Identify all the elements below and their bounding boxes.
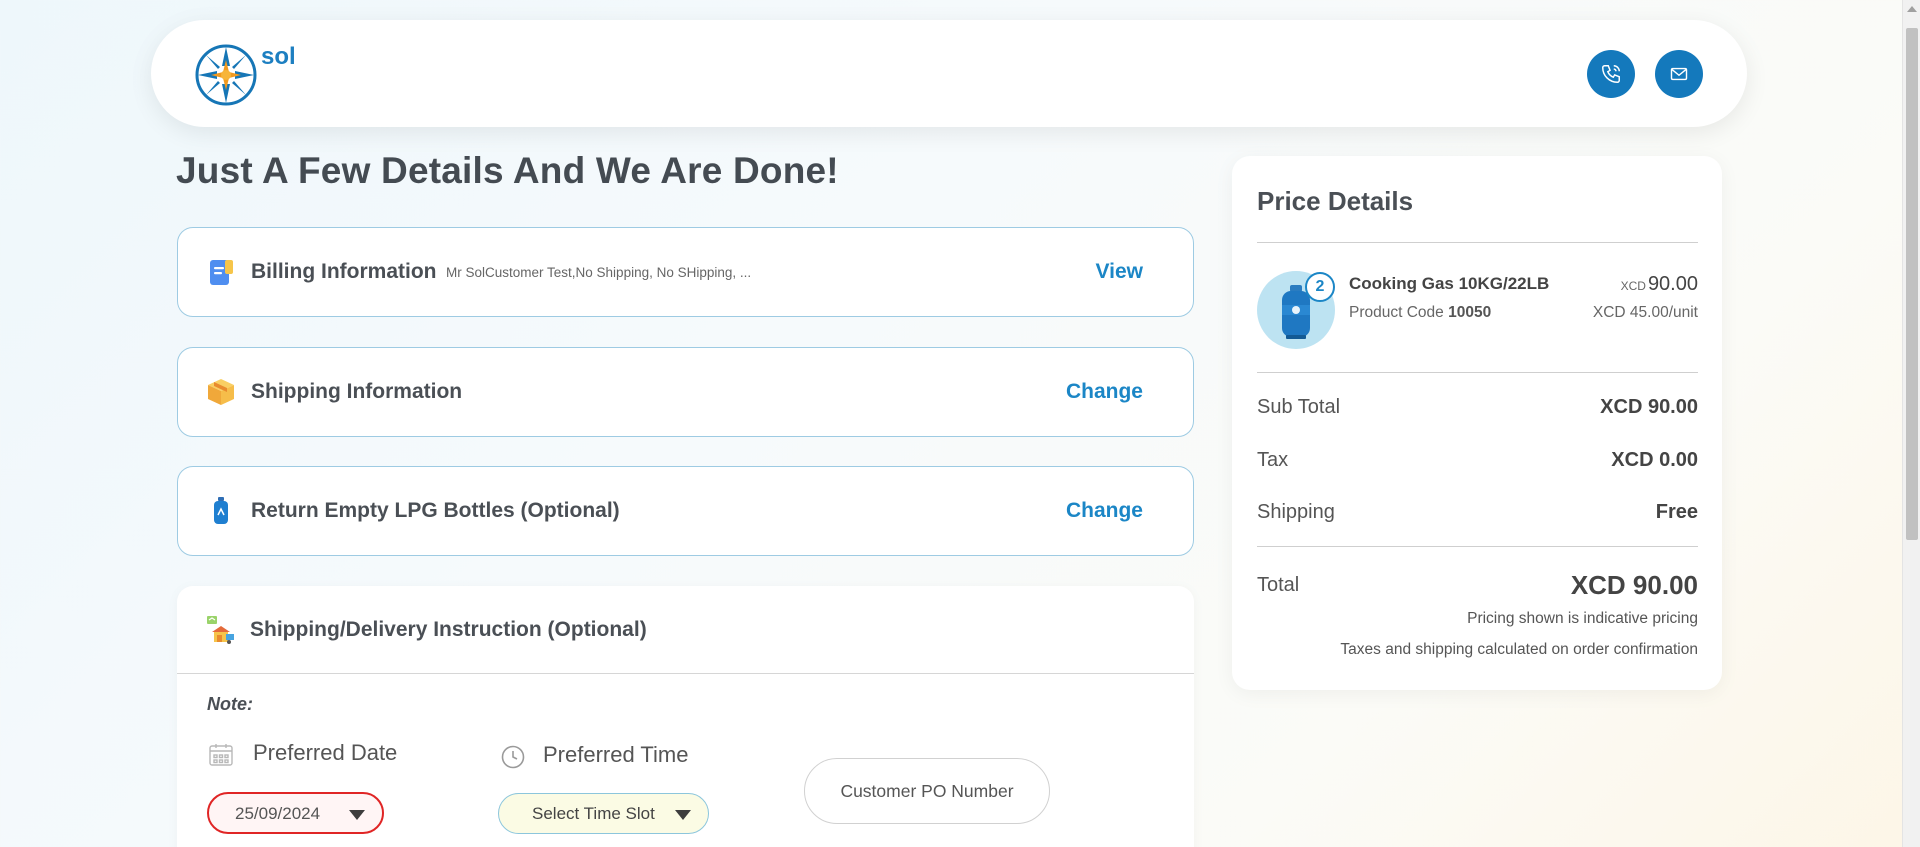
preferred-date-value: 25/09/2024 [235, 804, 321, 823]
billing-summary: Mr SolCustomer Test,No Shipping, No SHip… [446, 265, 752, 280]
mail-button[interactable] [1655, 50, 1703, 98]
return-lpg-label: Return Empty LPG Bottles (Optional) [251, 499, 620, 522]
return-lpg-change-link[interactable]: Change [1066, 499, 1143, 523]
divider [1257, 372, 1698, 373]
price-details-panel: Price Details 2 Cooking Gas 10KG/22LB Pr… [1232, 156, 1722, 690]
logo-text: sol [261, 43, 296, 70]
taxes-note: Taxes and shipping calculated on order c… [1340, 641, 1698, 658]
billing-information-label: Billing Information [251, 260, 437, 283]
mail-icon [1670, 67, 1688, 81]
time-slot-select[interactable]: Select Time Slot [498, 793, 709, 834]
quantity-badge: 2 [1305, 272, 1335, 302]
tax-value: XCD 0.00 [1611, 449, 1698, 471]
product-name: Cooking Gas 10KG/22LB [1349, 274, 1550, 293]
scrollbar-thumb[interactable] [1906, 28, 1918, 540]
phone-button[interactable] [1587, 50, 1635, 98]
product-code: Product Code 10050 [1349, 304, 1492, 321]
preferred-date-label: Preferred Date [253, 740, 398, 765]
gas-bottle-icon [206, 496, 236, 526]
shipping-label: Shipping [1257, 501, 1335, 523]
delivery-instruction-label: Shipping/Delivery Instruction (Optional) [250, 618, 647, 641]
sub-total-value: XCD 90.00 [1600, 396, 1698, 418]
tax-label: Tax [1257, 449, 1289, 471]
return-lpg-card: Return Empty LPG Bottles (Optional) Chan… [177, 466, 1194, 556]
site-header: sol [151, 20, 1747, 127]
calendar-icon [208, 742, 234, 768]
billing-view-link[interactable]: View [1096, 260, 1143, 284]
product-unit-price: XCD 45.00/unit [1592, 304, 1698, 321]
shipping-information-card: Shipping Information Change [177, 347, 1194, 437]
scroll-up-arrow-icon[interactable] [1907, 6, 1917, 12]
billing-information-card: Billing Information Mr SolCustomer Test,… [177, 227, 1194, 317]
phone-icon [1602, 65, 1620, 83]
preferred-date-select[interactable]: 25/09/2024 [207, 792, 384, 834]
page-title: Just A Few Details And We Are Done! [176, 150, 839, 191]
pricing-note: Pricing shown is indicative pricing [1467, 610, 1698, 627]
receipt-icon [206, 257, 236, 287]
total-value: XCD 90.00 [1570, 570, 1698, 600]
divider [1257, 242, 1698, 243]
total-label: Total [1257, 574, 1300, 596]
divider [1257, 546, 1698, 547]
delivery-instruction-panel: Shipping/Delivery Instruction (Optional)… [177, 586, 1194, 847]
shipping-change-link[interactable]: Change [1066, 380, 1143, 404]
note-label: Note: [207, 694, 253, 714]
preferred-time-label: Preferred Time [543, 742, 689, 767]
sub-total-label: Sub Total [1257, 396, 1341, 418]
delivery-instruction-header: Shipping/Delivery Instruction (Optional) [177, 586, 1194, 674]
chevron-down-icon [675, 810, 691, 820]
chevron-down-icon [349, 810, 365, 820]
time-slot-value: Select Time Slot [532, 804, 655, 823]
sol-logo-icon[interactable] [195, 44, 257, 106]
clock-icon [500, 744, 526, 770]
price-details-title: Price Details [1257, 186, 1414, 216]
page-scrollbar[interactable] [1902, 0, 1920, 847]
package-icon [206, 377, 236, 407]
product-price: XCD 90.00 [1620, 273, 1698, 295]
customer-po-number-input[interactable]: Customer PO Number [804, 758, 1050, 824]
shipping-information-label: Shipping Information [251, 380, 463, 403]
delivery-truck-icon [204, 614, 236, 646]
shipping-value: Free [1655, 501, 1698, 523]
